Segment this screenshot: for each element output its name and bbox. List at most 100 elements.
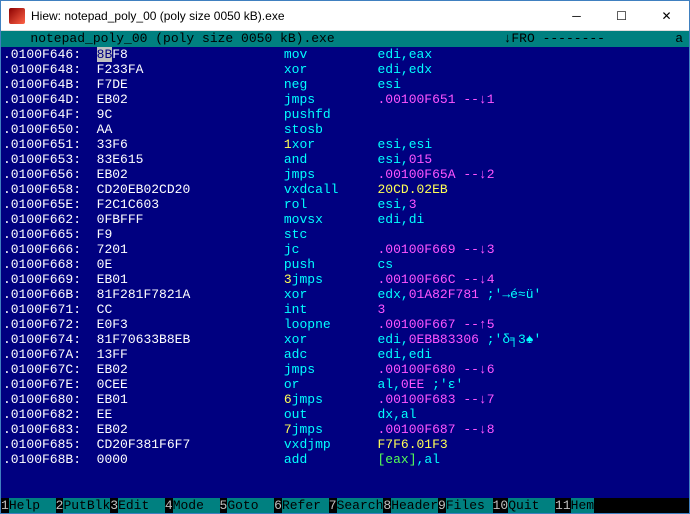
address: .0100F683:	[3, 422, 89, 437]
immediate: 01A82F781	[409, 287, 479, 302]
fkey-label-mode[interactable]: Mode	[173, 498, 220, 513]
hex-bytes: 7201	[97, 242, 284, 257]
disassembly-listing[interactable]: .0100F646: 8BF8 mov edi,eax.0100F648: F2…	[1, 47, 689, 498]
fkey-label-refer[interactable]: Refer	[282, 498, 329, 513]
mnemonic: stc	[284, 227, 378, 242]
fkey-label-search[interactable]: Search	[337, 498, 384, 513]
disasm-row[interactable]: .0100F665: F9 stc	[3, 227, 687, 242]
disasm-row[interactable]: .0100F683: EB02 7jmps .00100F687 --↓8	[3, 422, 687, 437]
fkey-label-hem[interactable]: Hem	[571, 498, 594, 513]
disasm-row[interactable]: .0100F653: 83E615 and esi,015	[3, 152, 687, 167]
hex-bytes: E0F3	[97, 317, 284, 332]
fkey-label-goto[interactable]: Goto	[227, 498, 274, 513]
hex-bytes: CD20EB02CD20	[97, 182, 284, 197]
mnemonic: jmps	[284, 92, 378, 107]
hex-bytes: 0000	[97, 452, 284, 467]
disasm-row[interactable]: .0100F64B: F7DE neg esi	[3, 77, 687, 92]
mnemonic: movsx	[284, 212, 378, 227]
file-name-label: notepad_poly_00 (poly size 0050 kB).exe	[7, 31, 504, 47]
address: .0100F66B:	[3, 287, 89, 302]
mnemonic: int	[284, 302, 378, 317]
address: .0100F651:	[3, 137, 89, 152]
disasm-row[interactable]: .0100F680: EB01 6jmps .00100F683 --↓7	[3, 392, 687, 407]
mnemonic: push	[284, 257, 378, 272]
disasm-row[interactable]: .0100F64F: 9C pushfd	[3, 107, 687, 122]
app-icon	[9, 8, 25, 24]
disasm-row[interactable]: .0100F671: CC int 3	[3, 302, 687, 317]
operand: edi,di	[378, 212, 425, 227]
address: .0100F64D:	[3, 92, 89, 107]
vxd-operand: F7F6.01F3	[378, 437, 448, 452]
disasm-row[interactable]: .0100F651: 33F6 1xor esi,esi	[3, 137, 687, 152]
hex-bytes: 81F70633B8EB	[97, 332, 284, 347]
address: .0100F685:	[3, 437, 89, 452]
disasm-row[interactable]: .0100F666: 7201 jc .00100F669 --↓3	[3, 242, 687, 257]
minimize-button[interactable]: ─	[554, 1, 599, 30]
disasm-row[interactable]: .0100F646: 8BF8 mov edi,eax	[3, 47, 687, 62]
disasm-row[interactable]: .0100F668: 0E push cs	[3, 257, 687, 272]
jump-target: .00100F687 --↓8	[378, 422, 495, 437]
fkey-number: 3	[110, 498, 118, 513]
disasm-row[interactable]: .0100F656: EB02 jmps .00100F65A --↓2	[3, 167, 687, 182]
hex-bytes: 13FF	[97, 347, 284, 362]
address: .0100F648:	[3, 62, 89, 77]
operand: ,al	[417, 452, 440, 467]
disasm-row[interactable]: .0100F685: CD20F381F6F7 vxdjmp F7F6.01F3	[3, 437, 687, 452]
address: .0100F658:	[3, 182, 89, 197]
maximize-button[interactable]: ☐	[599, 1, 644, 30]
mnemonic: and	[284, 152, 378, 167]
fkey-label-files[interactable]: Files	[446, 498, 493, 513]
address: .0100F65E:	[3, 197, 89, 212]
fkey-label-header[interactable]: Header	[391, 498, 438, 513]
function-key-bar: 1Help 2PutBlk3Edit 4Mode 5Goto 6Refer 7S…	[1, 498, 689, 513]
memory-operand: [eax]	[378, 452, 417, 467]
mnemonic: vxdcall	[284, 182, 378, 197]
fkey-number: 5	[220, 498, 228, 513]
operand: esi,	[378, 197, 409, 212]
disasm-row[interactable]: .0100F65E: F2C1C603 rol esi,3	[3, 197, 687, 212]
hex-bytes: F233FA	[97, 62, 284, 77]
file-header-line: notepad_poly_00 (poly size 0050 kB).exe …	[1, 31, 689, 47]
disasm-row[interactable]: .0100F64D: EB02 jmps .00100F651 --↓1	[3, 92, 687, 107]
disasm-row[interactable]: .0100F669: EB01 3jmps .00100F66C --↓4	[3, 272, 687, 287]
disasm-row[interactable]: .0100F648: F233FA xor edi,edx	[3, 62, 687, 77]
disasm-row[interactable]: .0100F67C: EB02 jmps .00100F680 --↓6	[3, 362, 687, 377]
disasm-row[interactable]: .0100F68B: 0000 add [eax],al	[3, 452, 687, 467]
mnemonic: add	[284, 452, 378, 467]
disasm-row[interactable]: .0100F658: CD20EB02CD20 vxdcall 20CD.02E…	[3, 182, 687, 197]
address: .0100F650:	[3, 122, 89, 137]
comment: ;'→é≈ü'	[479, 287, 541, 302]
fkey-label-quit[interactable]: Quit	[508, 498, 555, 513]
address: .0100F668:	[3, 257, 89, 272]
titlebar-text: Hiew: notepad_poly_00 (poly size 0050 kB…	[31, 9, 554, 23]
fkey-label-help[interactable]: Help	[9, 498, 56, 513]
disasm-row[interactable]: .0100F682: EE out dx,al	[3, 407, 687, 422]
disasm-row[interactable]: .0100F650: AA stosb	[3, 122, 687, 137]
fkey-label-edit[interactable]: Edit	[118, 498, 165, 513]
mnemonic: xor	[284, 62, 378, 77]
mnemonic: jmps	[284, 362, 378, 377]
hex-bytes: EB02	[97, 362, 284, 377]
app-window: Hiew: notepad_poly_00 (poly size 0050 kB…	[0, 0, 690, 514]
immediate: 3	[409, 197, 417, 212]
disasm-row[interactable]: .0100F662: 0FBFFF movsx edi,di	[3, 212, 687, 227]
close-button[interactable]: ✕	[644, 1, 689, 30]
operand: edi,edx	[378, 62, 433, 77]
immediate: 0EE	[401, 377, 424, 392]
operand: edi,edi	[378, 347, 433, 362]
hex-bytes: AA	[97, 122, 284, 137]
fkey-number: 7	[329, 498, 337, 513]
disasm-row[interactable]: .0100F674: 81F70633B8EB xor edi,0EBB8330…	[3, 332, 687, 347]
disasm-row[interactable]: .0100F67E: 0CEE or al,0EE ;'ε'	[3, 377, 687, 392]
mnemonic: xor	[284, 332, 378, 347]
address: .0100F672:	[3, 317, 89, 332]
disasm-row[interactable]: .0100F67A: 13FF adc edi,edi	[3, 347, 687, 362]
hex-bytes: 0E	[97, 257, 284, 272]
fkey-number: 6	[274, 498, 282, 513]
hex-bytes: F7DE	[97, 77, 284, 92]
disasm-row[interactable]: .0100F672: E0F3 loopne .00100F667 --↑5	[3, 317, 687, 332]
fkey-label-putblk[interactable]: PutBlk	[63, 498, 110, 513]
operand: edi,	[378, 332, 409, 347]
titlebar[interactable]: Hiew: notepad_poly_00 (poly size 0050 kB…	[1, 1, 689, 31]
disasm-row[interactable]: .0100F66B: 81F281F7821A xor edx,01A82F78…	[3, 287, 687, 302]
